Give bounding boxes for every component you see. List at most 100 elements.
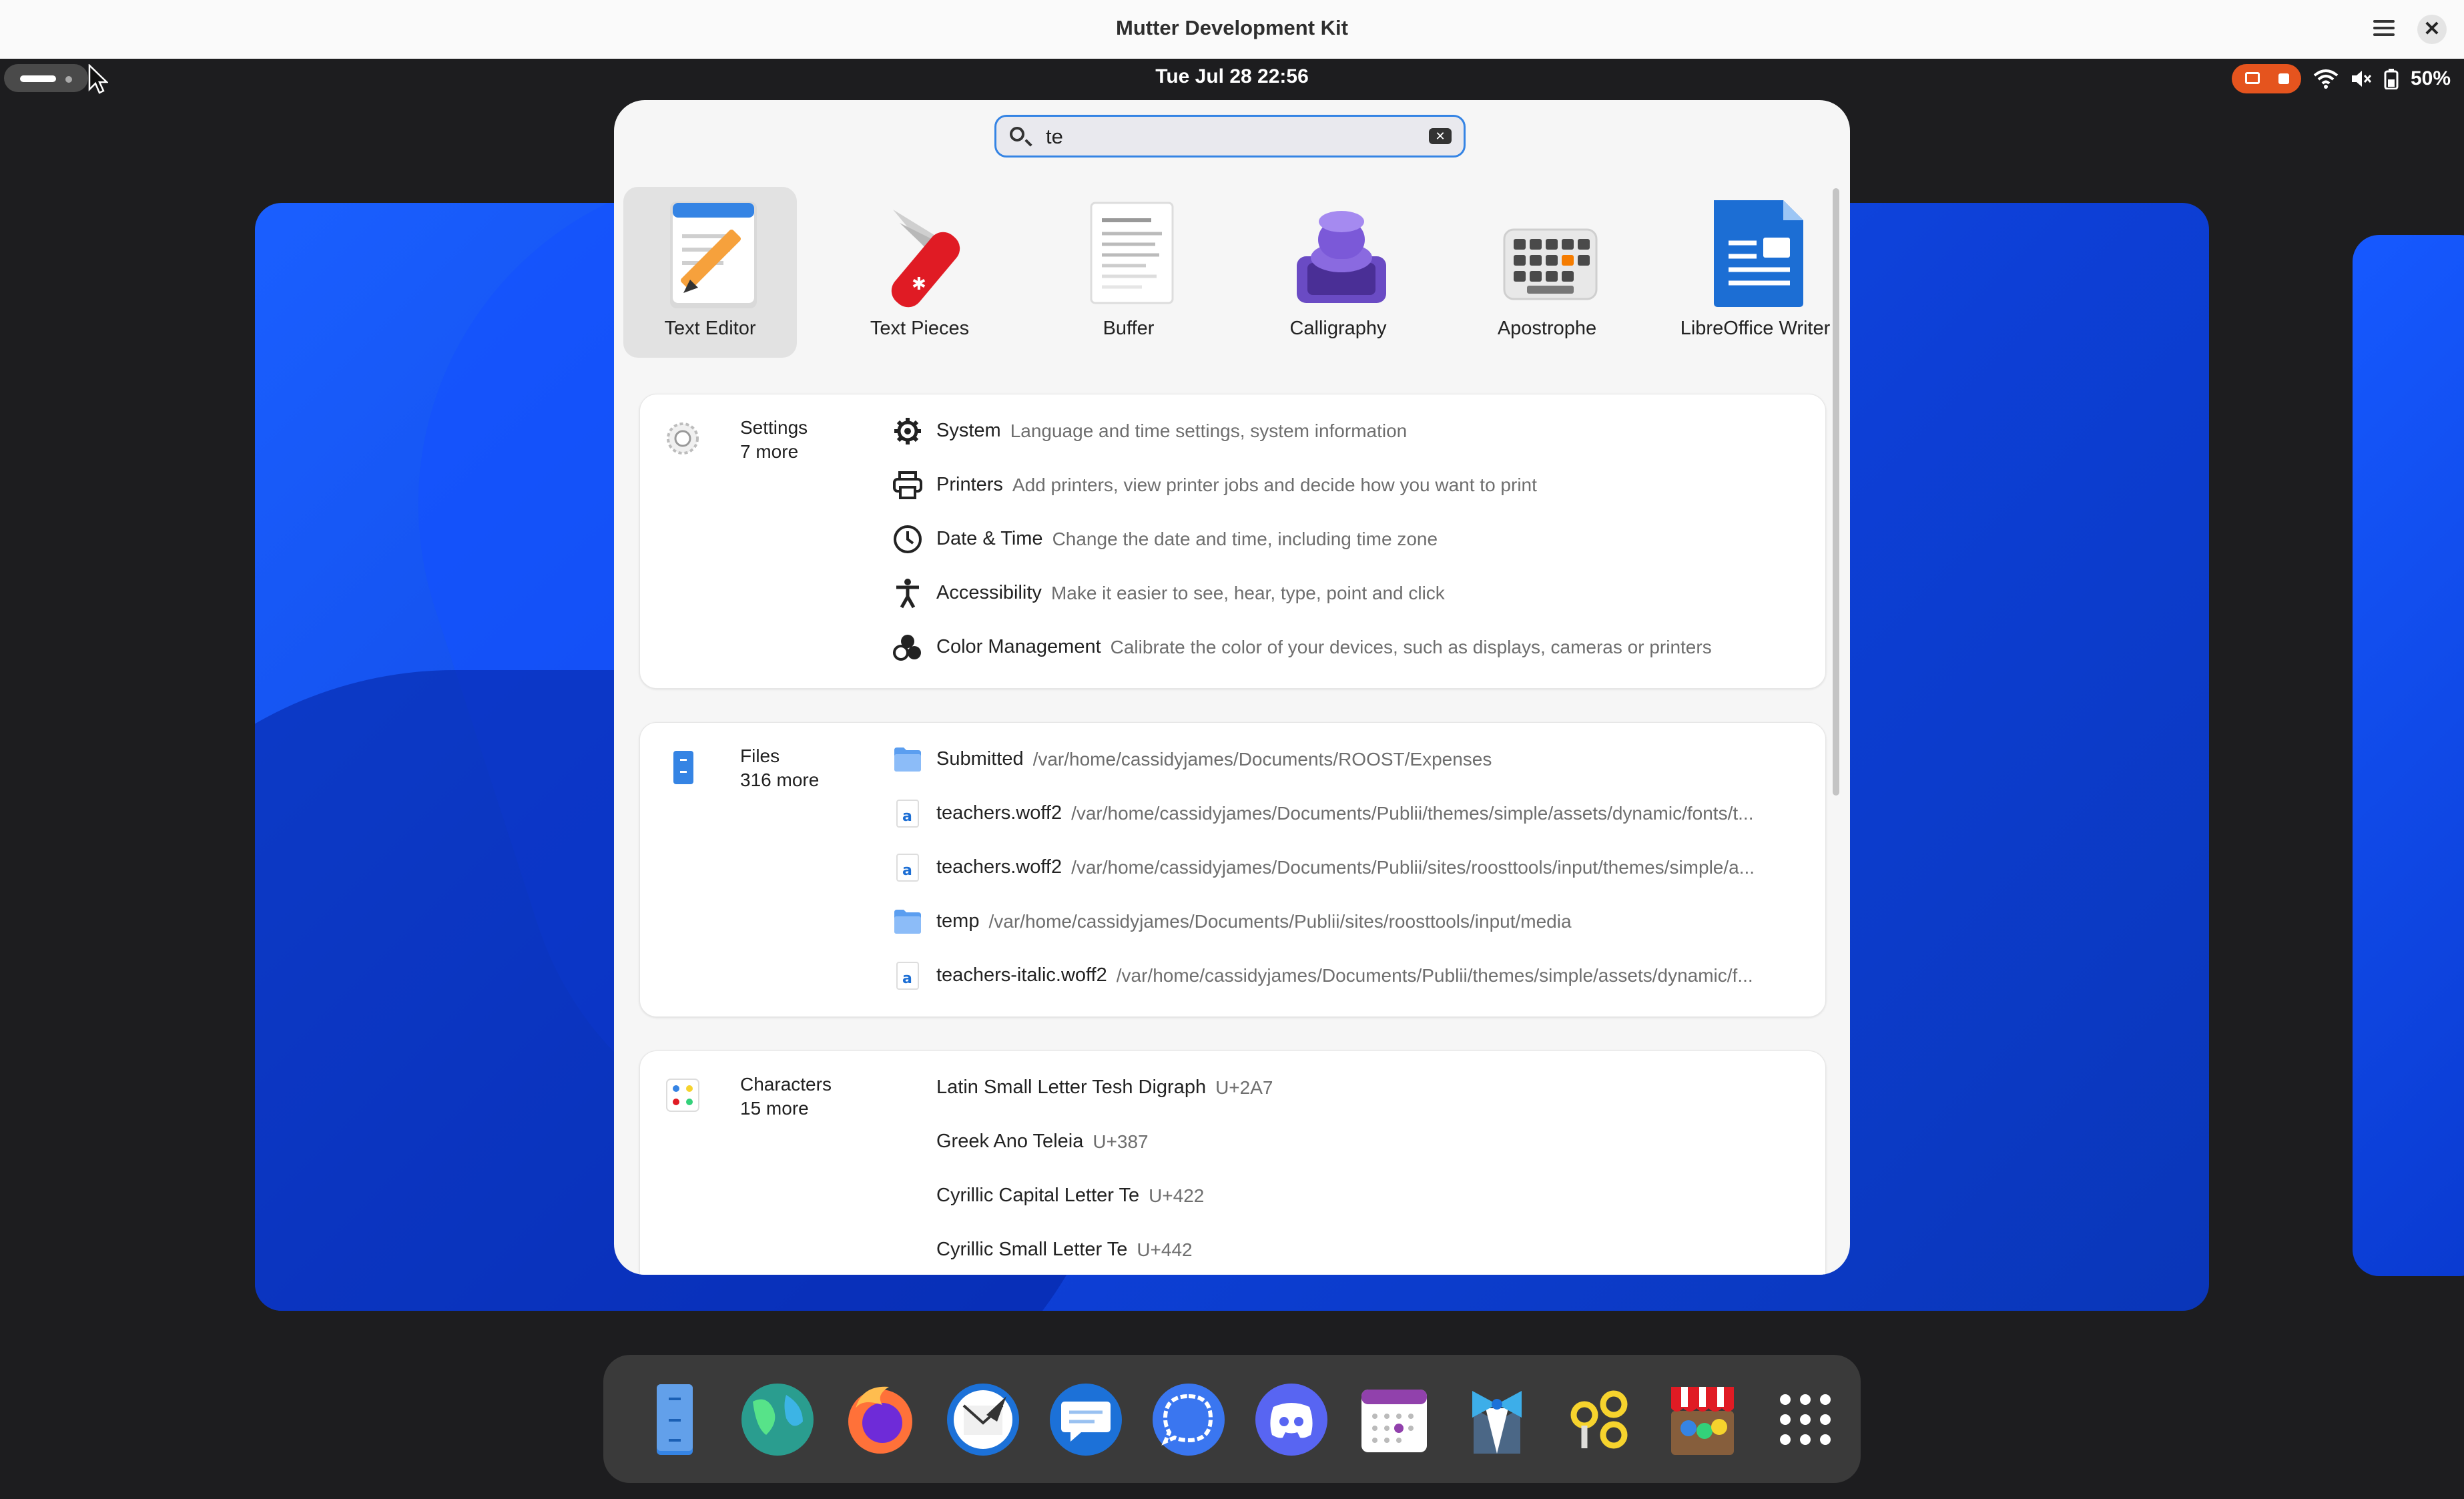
calendar-icon[interactable] xyxy=(1356,1382,1432,1458)
svg-text:✱: ✱ xyxy=(912,274,926,294)
result-title: Printers xyxy=(936,474,1003,495)
result-file[interactable]: a teachers.woff2 /var/home/cassidyjames/… xyxy=(891,786,1812,840)
result-character[interactable]: Cyrillic Capital Letter Te U+422 xyxy=(891,1169,1812,1223)
result-description: /var/home/cassidyjames/Documents/Publii/… xyxy=(988,910,1572,932)
result-description: U+2A7 xyxy=(1215,1077,1273,1098)
app-buffer[interactable]: Buffer xyxy=(1042,187,1215,358)
result-title: teachers-italic.woff2 xyxy=(936,964,1107,986)
app-grid-icon[interactable] xyxy=(1767,1382,1843,1458)
search-overview: te ✕ Text Editor ✱ Text Pieces Buffer Ca… xyxy=(614,100,1850,1275)
result-title: temp xyxy=(936,910,980,932)
result-description: Calibrate the color of your devices, suc… xyxy=(1110,636,1712,657)
close-window-button[interactable]: ✕ xyxy=(2417,15,2447,44)
result-description: Add printers, view printer jobs and deci… xyxy=(1012,474,1537,495)
files-app-icon xyxy=(673,751,693,784)
characters-app-icon xyxy=(666,1079,699,1112)
app-apostrophe[interactable]: Apostrophe xyxy=(1460,187,1634,358)
result-date-time[interactable]: Date & Time Change the date and time, in… xyxy=(891,512,1812,566)
printer-icon xyxy=(893,471,922,499)
svg-text:a: a xyxy=(902,970,912,987)
buffer-icon xyxy=(1090,202,1174,304)
characters-results-card: Characters 15 more Latin Small Letter Te… xyxy=(639,1051,1826,1275)
app-text-pieces[interactable]: ✱ Text Pieces xyxy=(833,187,1006,358)
chat-icon[interactable] xyxy=(1048,1382,1124,1458)
mail-icon[interactable] xyxy=(945,1382,1021,1458)
result-system[interactable]: System Language and time settings, syste… xyxy=(891,404,1812,458)
provider-more-count: 316 more xyxy=(740,770,820,790)
results-scrollbar[interactable] xyxy=(1833,188,1839,796)
clock-icon xyxy=(894,525,922,553)
result-file[interactable]: temp /var/home/cassidyjames/Documents/Pu… xyxy=(891,894,1812,948)
files-icon[interactable] xyxy=(637,1382,713,1458)
app-text-editor[interactable]: Text Editor xyxy=(623,187,797,358)
screen-recording-indicator[interactable] xyxy=(2231,64,2301,93)
result-title: teachers.woff2 xyxy=(936,802,1062,824)
result-description: U+442 xyxy=(1137,1239,1193,1260)
result-title: Latin Small Letter Tesh Digraph xyxy=(936,1077,1207,1098)
result-description: Language and time settings, system infor… xyxy=(1010,420,1408,441)
next-workspace-preview[interactable] xyxy=(2353,235,2464,1276)
discord-icon[interactable] xyxy=(1253,1382,1329,1458)
result-description: /var/home/cassidyjames/Documents/Publii/… xyxy=(1116,964,1753,986)
clear-search-icon[interactable]: ✕ xyxy=(1429,128,1452,144)
provider-more-count: 7 more xyxy=(740,441,799,462)
apostrophe-icon xyxy=(1503,228,1598,300)
gnome-builder-icon[interactable] xyxy=(1562,1382,1638,1458)
result-title: Cyrillic Small Letter Te xyxy=(936,1239,1128,1260)
clock[interactable]: Tue Jul 28 22:56 xyxy=(0,65,2464,88)
app-label: LibreOffice Writer xyxy=(1680,318,1831,339)
result-title: System xyxy=(936,420,1001,441)
app-results: Text Editor ✱ Text Pieces Buffer Calligr… xyxy=(623,187,1830,359)
tuxedo-icon[interactable] xyxy=(1459,1382,1535,1458)
web-browser-icon[interactable] xyxy=(739,1382,816,1458)
app-calligraphy[interactable]: Calligraphy xyxy=(1251,187,1425,358)
result-file[interactable]: Submitted /var/home/cassidyjames/Documen… xyxy=(891,732,1812,786)
search-input[interactable]: te xyxy=(1046,125,1063,149)
settings-results-card: Settings 7 more System Language and time… xyxy=(639,394,1826,689)
provider-name: Files xyxy=(740,745,780,766)
provider-name: Characters xyxy=(740,1074,832,1095)
font-file-icon: a xyxy=(896,799,919,828)
libreoffice-writer-icon xyxy=(1714,200,1803,307)
hamburger-menu-icon[interactable] xyxy=(2371,16,2397,43)
system-tray[interactable]: 50% xyxy=(2231,64,2451,93)
settings-app-icon xyxy=(667,422,699,455)
result-file[interactable]: a teachers.woff2 /var/home/cassidyjames/… xyxy=(891,840,1812,894)
search-entry[interactable]: te ✕ xyxy=(994,115,1466,158)
app-store-icon[interactable] xyxy=(1664,1382,1741,1458)
wifi-icon xyxy=(2313,69,2339,89)
result-character[interactable]: Greek Ano Teleia U+387 xyxy=(891,1115,1812,1169)
result-accessibility[interactable]: Accessibility Make it easier to see, hea… xyxy=(891,566,1812,620)
color-management-icon xyxy=(893,634,921,661)
window-title: Mutter Development Kit xyxy=(1116,16,1348,39)
result-title: teachers.woff2 xyxy=(936,856,1062,878)
result-printers[interactable]: Printers Add printers, view printer jobs… xyxy=(891,458,1812,512)
volume-muted-icon xyxy=(2351,71,2372,87)
battery-icon xyxy=(2384,69,2399,89)
app-label: Text Editor xyxy=(664,318,756,339)
result-description: /var/home/cassidyjames/Documents/Publii/… xyxy=(1071,856,1755,878)
result-title: Date & Time xyxy=(936,528,1043,549)
folder-icon xyxy=(894,747,921,772)
files-results-card: Files 316 more Submitted /var/home/cassi… xyxy=(639,722,1826,1017)
firefox-icon[interactable] xyxy=(842,1382,918,1458)
app-label: Text Pieces xyxy=(870,318,970,339)
calligraphy-icon xyxy=(1297,211,1386,303)
app-label: Calligraphy xyxy=(1289,318,1387,339)
font-file-icon: a xyxy=(896,853,919,882)
result-color-management[interactable]: Color Management Calibrate the color of … xyxy=(891,620,1812,674)
result-description: /var/home/cassidyjames/Documents/Publii/… xyxy=(1071,802,1754,824)
dash xyxy=(603,1355,1861,1483)
result-description: /var/home/cassidyjames/Documents/ROOST/E… xyxy=(1032,748,1492,770)
app-libreoffice-writer[interactable]: LibreOffice Writer xyxy=(1668,187,1842,358)
result-file[interactable]: a teachers-italic.woff2 /var/home/cassid… xyxy=(891,948,1812,1002)
result-description: U+387 xyxy=(1093,1131,1149,1152)
svg-text:a: a xyxy=(902,862,912,879)
provider-more-count: 15 more xyxy=(740,1098,809,1119)
result-character[interactable]: Cyrillic Small Letter Te U+442 xyxy=(891,1223,1812,1275)
text-pieces-icon: ✱ xyxy=(891,210,960,308)
result-title: Greek Ano Teleia xyxy=(936,1131,1084,1152)
result-description: Change the date and time, including time… xyxy=(1052,528,1438,549)
signal-icon[interactable] xyxy=(1151,1382,1227,1458)
result-character[interactable]: Latin Small Letter Tesh Digraph U+2A7 xyxy=(891,1061,1812,1115)
